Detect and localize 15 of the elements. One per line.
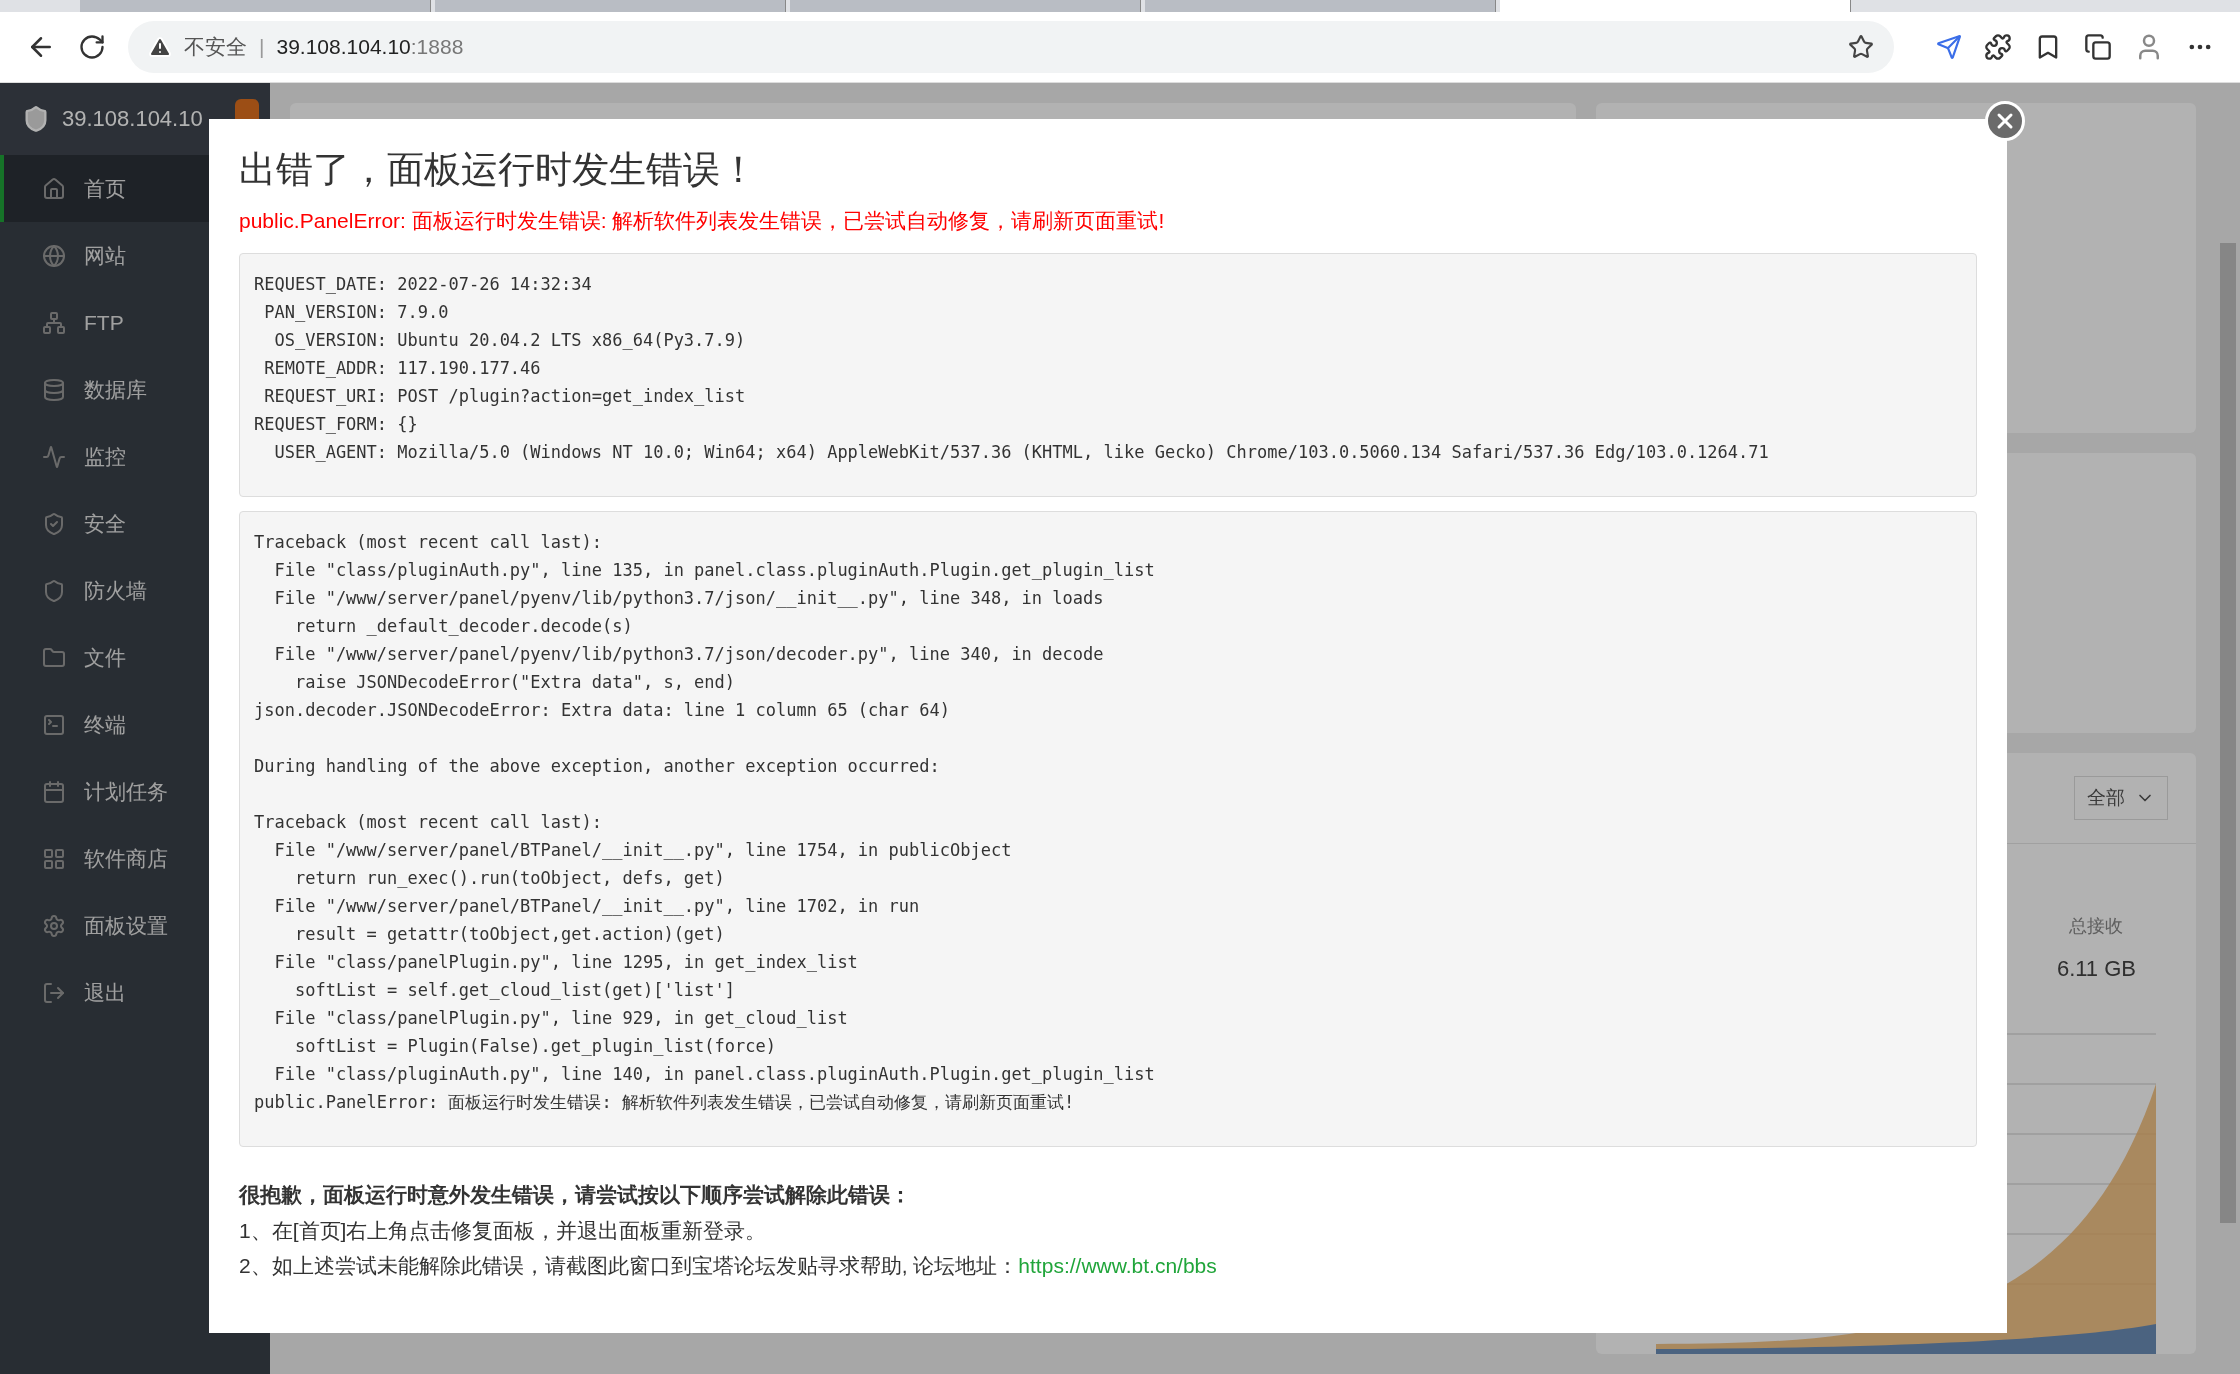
help-step: 2、如上述尝试未能解除此错误，请截图此窗口到宝塔论坛发贴寻求帮助, 论坛地址：https://www.bt.cn/bbs (239, 1248, 1217, 1283)
request-info: REQUEST_DATE: 2022-07-26 14:32:34 PAN_VERSION: 7.9.0 OS_VERSION: Ubuntu 20.04.2 LTS x86_64(Py3.7.9) REMOTE_ADDR: 117.190.177.46 REQUEST_URI: POST /plugin?action=get_index_list REQUEST_FORM: {} USER_AGENT: Mozilla/5.0 (Windows NT 10.0; Win64; x64) AppleWebKit/537.36 (KHTML, like Gecko) Chrome/103.0.5060.134 Safari/537.36 Edg/103.0.1264.71 (239, 253, 1977, 497)
forum-link[interactable]: https://www.bt.cn/bbs (1018, 1254, 1217, 1277)
filter-select[interactable]: 全部 (2074, 776, 2168, 820)
security-label: 不安全 (184, 34, 247, 60)
server-host: 39.108.104.10 (62, 106, 203, 132)
traceback: Traceback (most recent call last): File "class/pluginAuth.py", line 135, in panel.class.pluginAuth.Plugin.get_plugin_list File "/www/server/panel/pyenv/lib/python3.7/json/__init__.py", line 348, in loads return _default_decoder.decode(s) File "/www/server/panel/pyenv/lib/python3.7/json/decoder.py", line 340, in decode raise JSONDecodeError("Extra data", s, end) json.decoder.JSONDecodeError: Extra data: line 1 column 65 (char 64) During handling of the above exception, another exception occurred: Traceback (most recent call last): File "/www/server/panel/BTPanel/__init__.py", line 1754, in publicObject return run_exec().run(toObject, defs, get) File "/www/server/panel/BTPanel/__init__.py", line 1702, in run result = getattr(toObject,get.action)(get) File "class/panelPlugin.py", line 1295, in get_index_list softList = self.get_cloud_list(get)['list'] File "class/panelPlugin.py", line 929, in get_cloud_list softList = Plugin(False).get_plugin_list(force) File "class/pluginAuth.py", line 140, in panel.class.pluginAuth.Plugin.get_plugin_list public.PanelError: 面板运行时发生错误: 解析软件列表发生错误，已尝试自动修复，请刷新页面重试! (239, 511, 1977, 1147)
stat-value: 6.11 GB (2056, 956, 2136, 982)
separator: | (259, 35, 265, 59)
stat-label: 总接收 (2069, 915, 2124, 938)
url-port: :1888 (410, 35, 464, 59)
address-field[interactable]: 不安全 | 39.108.104.10:1888 (128, 21, 1894, 73)
help-step: 1、在[首页]右上角点击修复面板，并退出面板重新登录。 (239, 1213, 767, 1248)
help-heading: 很抱歉，面板运行时意外发生错误，请尝试按以下顺序尝试解除此错误： (239, 1182, 911, 1208)
url-host: 39.108.104.10 (276, 35, 411, 59)
